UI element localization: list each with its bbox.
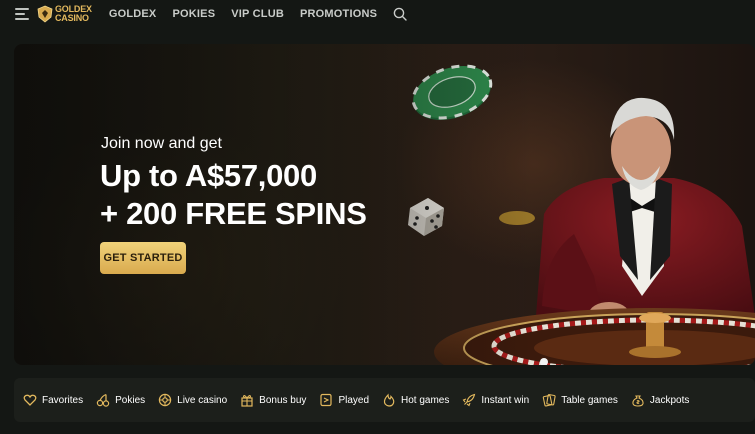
- hero-subtitle: Join now and get: [101, 135, 222, 152]
- nav-promotions[interactable]: PROMOTIONS: [300, 8, 377, 20]
- category-label: Instant win: [481, 394, 530, 406]
- gift-icon: [241, 395, 253, 407]
- logo-text-line2: CASINO: [55, 13, 89, 23]
- cherries-icon: [96, 393, 110, 407]
- hero-title-line2: + 200 FREE SPINS: [100, 196, 367, 231]
- category-label: Hot games: [401, 394, 450, 406]
- rocket-icon: [463, 393, 476, 407]
- category-label: Table games: [561, 394, 618, 406]
- goldex-casino-logo[interactable]: GOLDEX CASINO: [37, 5, 92, 23]
- roulette-icon: [158, 393, 172, 407]
- cards-icon: [542, 394, 556, 407]
- category-played[interactable]: Played: [319, 393, 369, 407]
- category-jackpots[interactable]: Jackpots: [631, 393, 689, 407]
- search-icon[interactable]: [393, 7, 407, 21]
- moneybag-icon: [632, 395, 644, 407]
- category-table-games[interactable]: Table games: [542, 393, 618, 407]
- category-label: Played: [338, 394, 370, 406]
- category-label: Pokies: [115, 394, 146, 406]
- category-hot-games[interactable]: Hot games: [382, 393, 449, 407]
- menu-icon[interactable]: [15, 8, 31, 20]
- top-navigation-bar: GOLDEX CASINO GOLDEX POKIES VIP CLUB PRO…: [0, 0, 755, 28]
- hero-banner: Join now and get Up to A$57,000 + 200 FR…: [14, 44, 755, 365]
- logo-shield-icon: [37, 5, 53, 23]
- hero-title-line1: Up to A$57,000: [100, 158, 317, 193]
- category-bonus-buy[interactable]: Bonus buy: [240, 393, 306, 407]
- nav-vip-club[interactable]: VIP CLUB: [231, 8, 284, 20]
- category-pokies[interactable]: Pokies: [96, 393, 145, 407]
- category-label: Bonus buy: [259, 394, 307, 406]
- category-label: Favorites: [42, 394, 84, 406]
- category-label: Jackpots: [649, 394, 690, 406]
- heart-icon: [23, 394, 37, 406]
- card-icon: [320, 393, 333, 407]
- category-favorites[interactable]: Favorites: [23, 393, 83, 407]
- nav-goldex[interactable]: GOLDEX: [109, 8, 157, 20]
- get-started-button[interactable]: GET STARTED: [100, 242, 186, 274]
- main-nav: GOLDEX POKIES VIP CLUB PROMOTIONS: [109, 8, 393, 20]
- category-live-casino[interactable]: Live casino: [158, 393, 227, 407]
- category-instant-win[interactable]: Instant win: [462, 393, 529, 407]
- category-label: Live casino: [177, 394, 228, 406]
- nav-pokies[interactable]: POKIES: [172, 8, 215, 20]
- flame-icon: [383, 393, 395, 407]
- category-bar: Favorites Pokies Live casino Bonus buy P…: [14, 378, 755, 422]
